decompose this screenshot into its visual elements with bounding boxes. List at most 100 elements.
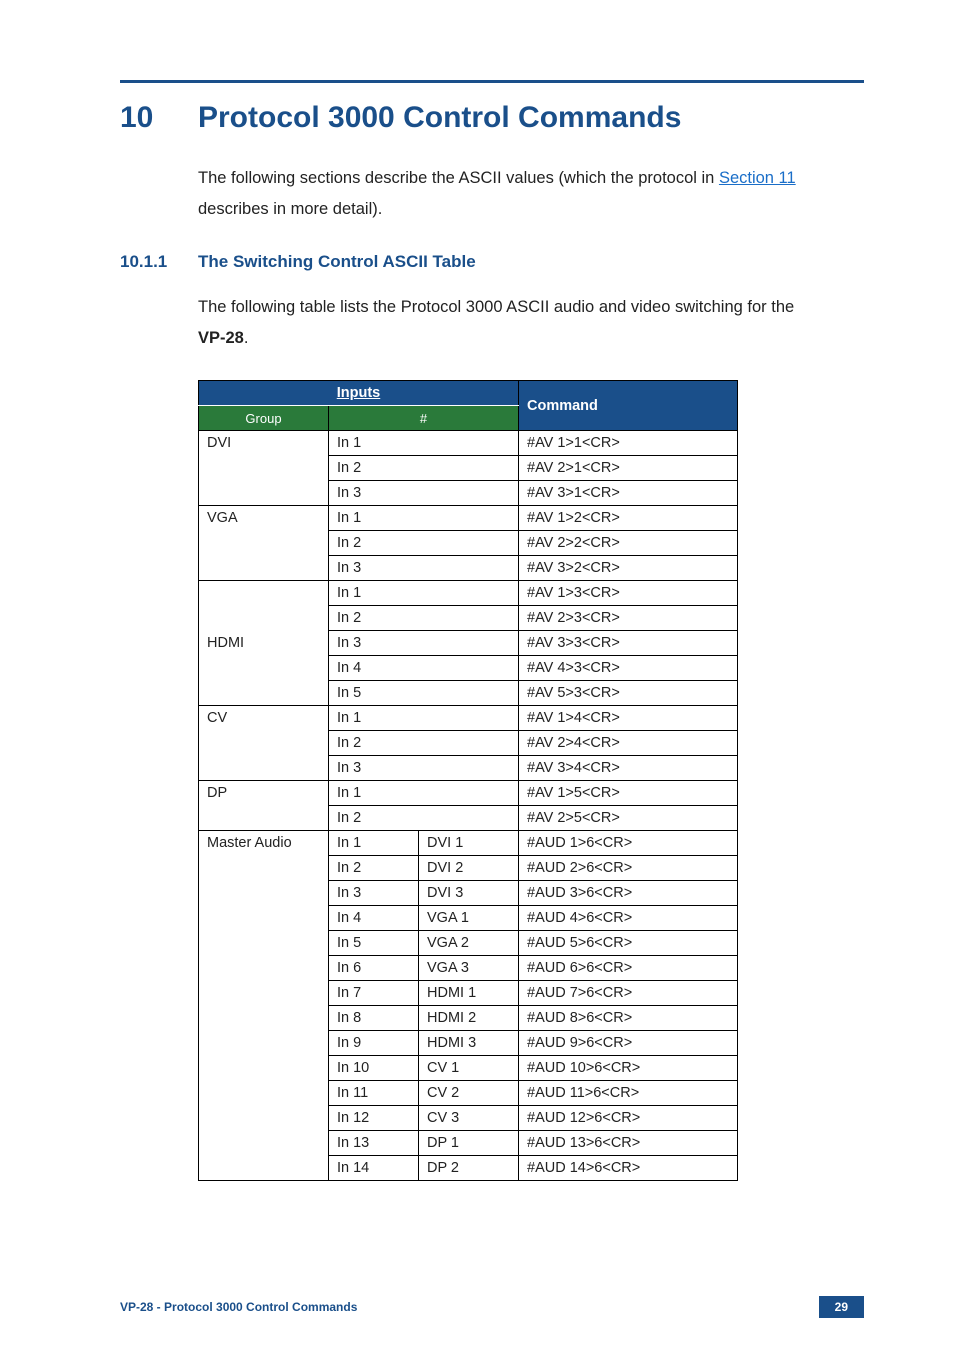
section-11-link[interactable]: Section 11 xyxy=(719,169,796,187)
table-row: HDMIIn 1#AV 1>3<CR> xyxy=(199,581,738,606)
input-number-cell: In 6 xyxy=(329,956,419,981)
input-sub-cell: DP 1 xyxy=(419,1131,519,1156)
section-rule xyxy=(120,80,864,83)
command-cell: #AV 3>3<CR> xyxy=(519,631,738,656)
command-cell: #AV 1>5<CR> xyxy=(519,781,738,806)
heading-2: 10.1.1 The Switching Control ASCII Table xyxy=(120,252,864,272)
input-sub-cell: HDMI 2 xyxy=(419,1006,519,1031)
page-number: 29 xyxy=(819,1296,864,1318)
input-number-cell: In 12 xyxy=(329,1106,419,1131)
command-cell: #AV 3>4<CR> xyxy=(519,756,738,781)
command-cell: #AV 1>3<CR> xyxy=(519,581,738,606)
input-sub-cell: DVI 3 xyxy=(419,881,519,906)
command-cell: #AV 2>3<CR> xyxy=(519,606,738,631)
group-cell: DVI xyxy=(199,431,329,506)
input-number-cell: In 9 xyxy=(329,1031,419,1056)
command-cell: #AV 5>3<CR> xyxy=(519,681,738,706)
input-sub-cell: CV 1 xyxy=(419,1056,519,1081)
command-cell: #AUD 10>6<CR> xyxy=(519,1056,738,1081)
input-sub-cell: DP 2 xyxy=(419,1156,519,1181)
command-cell: #AUD 13>6<CR> xyxy=(519,1131,738,1156)
command-cell: #AV 3>2<CR> xyxy=(519,556,738,581)
input-number-cell: In 11 xyxy=(329,1081,419,1106)
command-cell: #AV 2>2<CR> xyxy=(519,531,738,556)
input-number-cell: In 10 xyxy=(329,1056,419,1081)
input-sub-cell: HDMI 1 xyxy=(419,981,519,1006)
input-sub-cell: CV 3 xyxy=(419,1106,519,1131)
heading-number: 10 xyxy=(120,101,198,135)
input-number-cell: In 14 xyxy=(329,1156,419,1181)
subheading-number: 10.1.1 xyxy=(120,252,198,272)
subintro-dot: . xyxy=(244,329,249,347)
input-sub-cell: VGA 3 xyxy=(419,956,519,981)
input-number-cell: In 1 xyxy=(329,706,519,731)
command-cell: #AUD 7>6<CR> xyxy=(519,981,738,1006)
input-number-cell: In 1 xyxy=(329,581,519,606)
input-sub-cell: VGA 2 xyxy=(419,931,519,956)
th-group: Group xyxy=(199,406,329,431)
command-cell: #AV 2>5<CR> xyxy=(519,806,738,831)
table-row: DVIIn 1#AV 1>1<CR> xyxy=(199,431,738,456)
page-footer: VP-28 - Protocol 3000 Control Commands 2… xyxy=(120,1296,864,1318)
command-cell: #AV 1>2<CR> xyxy=(519,506,738,531)
input-number-cell: In 3 xyxy=(329,756,519,781)
command-cell: #AUD 6>6<CR> xyxy=(519,956,738,981)
footer-text: VP-28 - Protocol 3000 Control Commands xyxy=(120,1300,357,1314)
command-cell: #AUD 4>6<CR> xyxy=(519,906,738,931)
subintro-text: The following table lists the Protocol 3… xyxy=(198,298,794,316)
command-cell: #AUD 2>6<CR> xyxy=(519,856,738,881)
input-number-cell: In 2 xyxy=(329,606,519,631)
input-number-cell: In 8 xyxy=(329,1006,419,1031)
group-cell: CV xyxy=(199,706,329,781)
heading-title: Protocol 3000 Control Commands xyxy=(198,101,681,135)
input-number-cell: In 2 xyxy=(329,856,419,881)
input-number-cell: In 3 xyxy=(329,556,519,581)
command-cell: #AUD 5>6<CR> xyxy=(519,931,738,956)
command-cell: #AUD 3>6<CR> xyxy=(519,881,738,906)
subheading-title: The Switching Control ASCII Table xyxy=(198,252,476,272)
command-cell: #AV 4>3<CR> xyxy=(519,656,738,681)
command-cell: #AUD 14>6<CR> xyxy=(519,1156,738,1181)
table-row: VGAIn 1#AV 1>2<CR> xyxy=(199,506,738,531)
input-sub-cell: HDMI 3 xyxy=(419,1031,519,1056)
input-number-cell: In 1 xyxy=(329,831,419,856)
input-number-cell: In 5 xyxy=(329,681,519,706)
th-inputs: Inputs xyxy=(199,381,519,406)
group-cell: Master Audio xyxy=(199,831,329,1181)
input-number-cell: In 3 xyxy=(329,881,419,906)
intro-text-2: describes in more detail). xyxy=(198,200,382,218)
command-cell: #AUD 11>6<CR> xyxy=(519,1081,738,1106)
input-number-cell: In 13 xyxy=(329,1131,419,1156)
input-number-cell: In 7 xyxy=(329,981,419,1006)
command-cell: #AV 3>1<CR> xyxy=(519,481,738,506)
th-hash: # xyxy=(329,406,519,431)
input-sub-cell: VGA 1 xyxy=(419,906,519,931)
intro-paragraph: The following sections describe the ASCI… xyxy=(198,163,864,226)
input-number-cell: In 1 xyxy=(329,431,519,456)
input-number-cell: In 1 xyxy=(329,781,519,806)
input-number-cell: In 5 xyxy=(329,931,419,956)
group-cell: DP xyxy=(199,781,329,831)
command-cell: #AV 1>4<CR> xyxy=(519,706,738,731)
sub-intro-paragraph: The following table lists the Protocol 3… xyxy=(198,292,864,355)
intro-text-1: The following sections describe the ASCI… xyxy=(198,169,719,187)
group-cell: VGA xyxy=(199,506,329,581)
command-cell: #AUD 1>6<CR> xyxy=(519,831,738,856)
th-command: Command xyxy=(519,381,738,431)
command-cell: #AV 2>4<CR> xyxy=(519,731,738,756)
input-number-cell: In 3 xyxy=(329,631,519,656)
command-cell: #AUD 12>6<CR> xyxy=(519,1106,738,1131)
input-number-cell: In 2 xyxy=(329,531,519,556)
input-number-cell: In 1 xyxy=(329,506,519,531)
table-row: Master AudioIn 1DVI 1#AUD 1>6<CR> xyxy=(199,831,738,856)
heading-1: 10 Protocol 3000 Control Commands xyxy=(120,101,864,135)
input-sub-cell: CV 2 xyxy=(419,1081,519,1106)
input-number-cell: In 2 xyxy=(329,806,519,831)
table-row: DPIn 1#AV 1>5<CR> xyxy=(199,781,738,806)
input-number-cell: In 4 xyxy=(329,906,419,931)
command-cell: #AUD 9>6<CR> xyxy=(519,1031,738,1056)
input-number-cell: In 2 xyxy=(329,731,519,756)
table-row: CVIn 1#AV 1>4<CR> xyxy=(199,706,738,731)
input-number-cell: In 3 xyxy=(329,481,519,506)
command-cell: #AV 2>1<CR> xyxy=(519,456,738,481)
